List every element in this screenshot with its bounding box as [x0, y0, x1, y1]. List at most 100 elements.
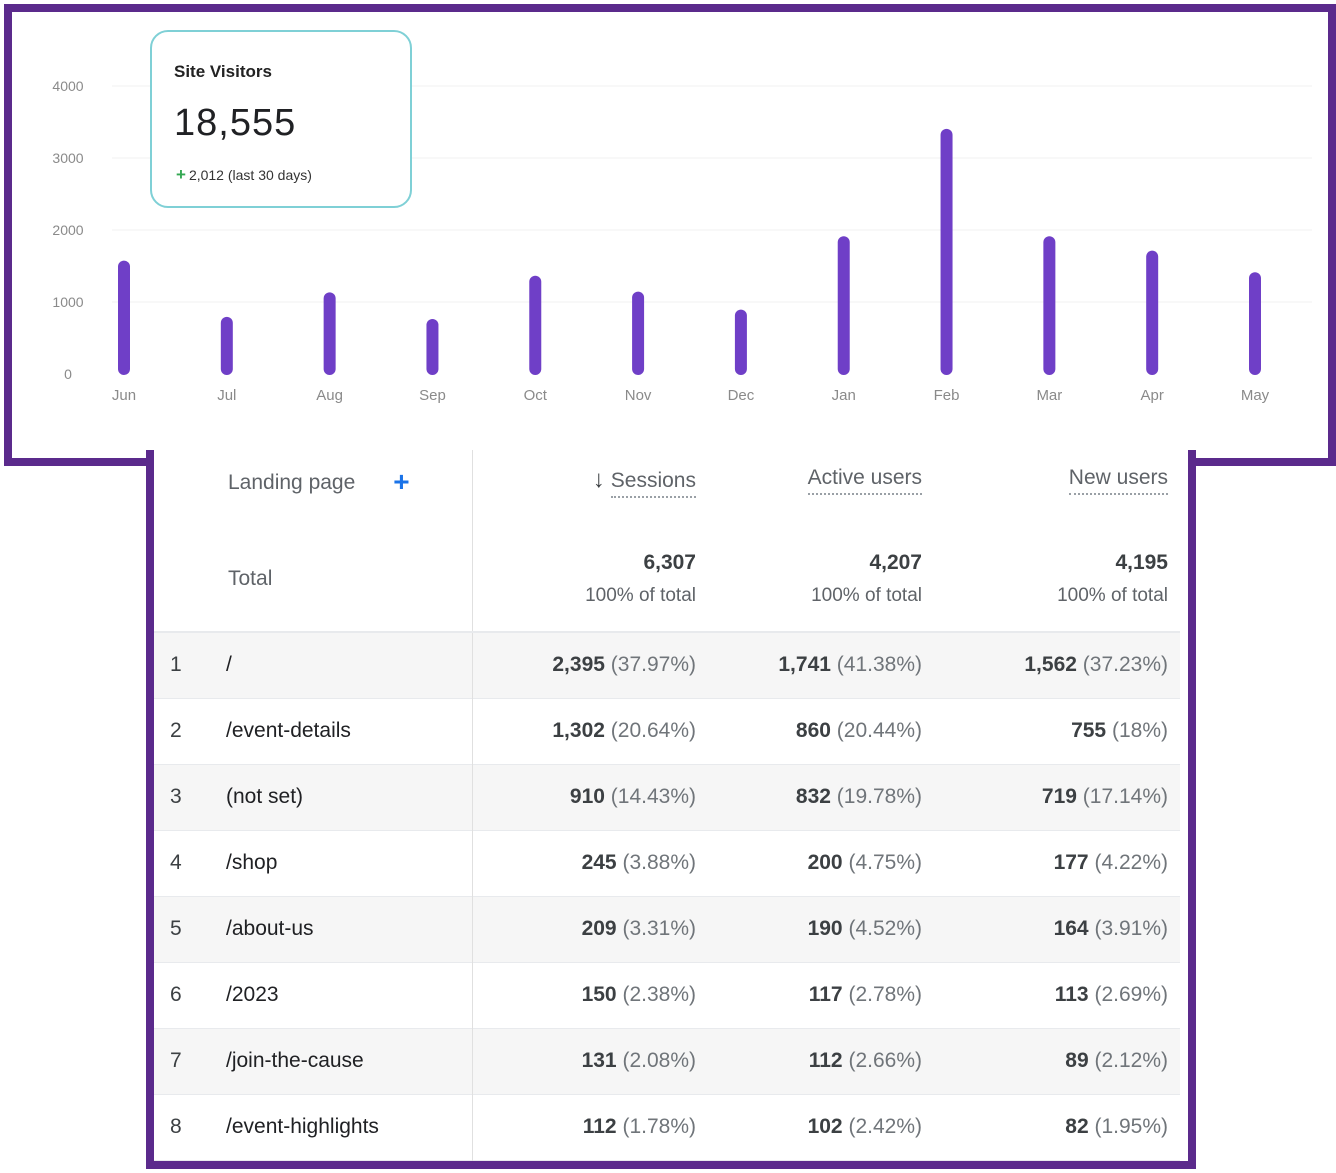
table-row[interactable]: 8/event-highlights 112 (1.78%) 102 (2.42%)…: [154, 1094, 1180, 1160]
x-tick-label: Jan: [832, 387, 856, 404]
row-page-cell: 5/about-us: [154, 896, 472, 962]
row-sessions: 245 (3.88%): [471, 830, 708, 896]
row-active-users: 1,741 (41.38%): [708, 632, 934, 698]
table-row[interactable]: 7/join-the-cause 131 (2.08%) 112 (2.66%) 89…: [154, 1028, 1180, 1094]
table-row[interactable]: 3 (not set) 910 (14.43%) 832 (19.78%) 719 (1…: [154, 764, 1180, 830]
add-dimension-icon[interactable]: +: [393, 466, 409, 497]
row-active-users: 860 (20.44%): [708, 698, 934, 764]
row-new-users-value: 164: [1053, 917, 1089, 940]
kpi-card: Site Visitors 18,555 +2,012 (last 30 day…: [150, 30, 412, 208]
x-tick-label: Jul: [217, 387, 236, 404]
table-row[interactable]: 1/2,395 (37.97%) 1,741 (41.38%) 1,562 (37.…: [154, 632, 1180, 698]
row-sessions-value: 131: [581, 1049, 617, 1072]
row-new-users-pct: (4.22%): [1094, 851, 1168, 874]
row-index: 7: [170, 1049, 182, 1072]
row-new-users-pct: (2.69%): [1094, 983, 1168, 1006]
row-new-users-pct: (2.12%): [1094, 1049, 1168, 1072]
x-tick-label: Aug: [316, 387, 343, 404]
row-new-users-value: 719: [1041, 785, 1077, 808]
row-active-users-value: 102: [807, 1115, 843, 1138]
row-page-cell: 3 (not set): [154, 764, 472, 830]
kpi-delta-text: 2,012 (last 30 days): [188, 167, 312, 183]
active-users-header[interactable]: Active users: [708, 450, 934, 526]
row-sessions-value: 112: [582, 1115, 617, 1138]
row-active-users-pct: (2.42%): [848, 1115, 922, 1138]
row-landing-page[interactable]: /event-details: [226, 719, 351, 742]
row-sessions-pct: (2.38%): [622, 983, 696, 1006]
landing-page-header-label: Landing page: [228, 471, 356, 494]
row-sessions-pct: (2.08%): [622, 1049, 696, 1072]
row-new-users-pct: (18%): [1111, 719, 1168, 742]
table-header-row: Landing page + ↓ Sessions Active users New…: [154, 450, 1180, 526]
row-index: 1: [170, 653, 182, 677]
row-new-users: 719 (17.14%): [934, 764, 1180, 830]
row-page-cell: 4/shop: [154, 830, 472, 896]
sort-descending-icon: ↓: [592, 466, 605, 493]
row-active-users-pct: (2.78%): [848, 983, 922, 1006]
row-new-users: 164 (3.91%): [934, 896, 1180, 962]
total-sessions-pct: 100% of total: [585, 584, 696, 606]
row-landing-page[interactable]: /about-us: [226, 917, 314, 940]
x-tick-label: Sep: [419, 387, 446, 404]
row-active-users-pct: (41.38%): [836, 653, 922, 677]
total-new-users-value: 4,195: [1115, 550, 1168, 574]
row-active-users-pct: (4.52%): [848, 917, 922, 940]
x-tick-label: May: [1241, 387, 1270, 404]
row-sessions: 150 (2.38%): [471, 962, 708, 1028]
row-page-cell: 2/event-details: [154, 698, 472, 764]
row-landing-page[interactable]: /: [226, 653, 232, 676]
row-new-users: 1,562 (37.23%): [934, 632, 1180, 698]
row-landing-page[interactable]: /join-the-cause: [226, 1049, 364, 1072]
row-sessions-pct: (37.97%): [610, 653, 696, 677]
row-active-users-value: 112: [808, 1049, 843, 1072]
row-sessions-pct: (14.43%): [610, 785, 696, 808]
kpi-title: Site Visitors: [174, 62, 272, 81]
row-index: 3: [170, 785, 182, 808]
row-landing-page[interactable]: (not set): [226, 785, 303, 808]
row-index: 4: [170, 851, 182, 874]
row-new-users: 177 (4.22%): [934, 830, 1180, 896]
row-new-users-value: 82: [1065, 1115, 1089, 1138]
row-sessions-pct: (20.64%): [610, 719, 696, 742]
x-tick-label: Apr: [1141, 387, 1164, 404]
sessions-header[interactable]: ↓ Sessions: [471, 450, 708, 526]
row-sessions-pct: (3.88%): [622, 851, 696, 874]
row-landing-page[interactable]: /event-highlights: [226, 1115, 379, 1138]
row-sessions-pct: (3.31%): [622, 917, 696, 940]
kpi-delta: +2,012 (last 30 days): [176, 165, 312, 185]
total-active-users: 4,207 100% of total: [708, 526, 934, 632]
new-users-header[interactable]: New users: [934, 450, 1180, 526]
row-new-users-pct: (3.91%): [1094, 917, 1168, 940]
row-new-users-value: 113: [1054, 983, 1089, 1006]
row-new-users: 755 (18%): [934, 698, 1180, 764]
landing-page-table: Landing page + ↓ Sessions Active users New…: [154, 450, 1180, 1161]
x-tick-label: Mar: [1036, 387, 1062, 404]
row-active-users-value: 1,741: [778, 653, 831, 677]
row-new-users: 82 (1.95%): [934, 1094, 1180, 1160]
y-tick-label: 1000: [52, 294, 83, 310]
row-landing-page[interactable]: /2023: [226, 983, 279, 1006]
row-new-users-value: 89: [1065, 1049, 1089, 1072]
table-row[interactable]: 4/shop 245 (3.88%) 200 (4.75%) 177 (4.22%): [154, 830, 1180, 896]
row-sessions-pct: (1.78%): [622, 1115, 696, 1138]
sessions-header-label: Sessions: [610, 469, 696, 498]
row-index: 8: [170, 1115, 182, 1138]
table-row[interactable]: 6/2023 150 (2.38%) 117 (2.78%) 113 (2.69%): [154, 962, 1180, 1028]
row-active-users: 102 (2.42%): [708, 1094, 934, 1160]
table-row[interactable]: 5/about-us 209 (3.31%) 190 (4.52%) 164 (3.9…: [154, 896, 1180, 962]
row-sessions-value: 2,395: [552, 653, 605, 677]
y-tick-label: 3000: [52, 150, 83, 166]
row-active-users-value: 190: [807, 917, 843, 940]
row-sessions: 2,395 (37.97%): [471, 632, 708, 698]
x-tick-label: Oct: [524, 387, 548, 404]
row-new-users: 113 (2.69%): [934, 962, 1180, 1028]
table-row[interactable]: 2/event-details 1,302 (20.64%) 860 (20.44%…: [154, 698, 1180, 764]
row-sessions-value: 150: [581, 983, 617, 1006]
total-row: Total 6,307 100% of total 4,207 100% of …: [154, 526, 1180, 632]
x-tick-label: Feb: [934, 387, 960, 404]
row-sessions: 1,302 (20.64%): [471, 698, 708, 764]
row-new-users-value: 177: [1053, 851, 1089, 874]
row-active-users-value: 832: [795, 785, 831, 808]
row-landing-page[interactable]: /shop: [226, 851, 277, 874]
row-sessions: 209 (3.31%): [471, 896, 708, 962]
